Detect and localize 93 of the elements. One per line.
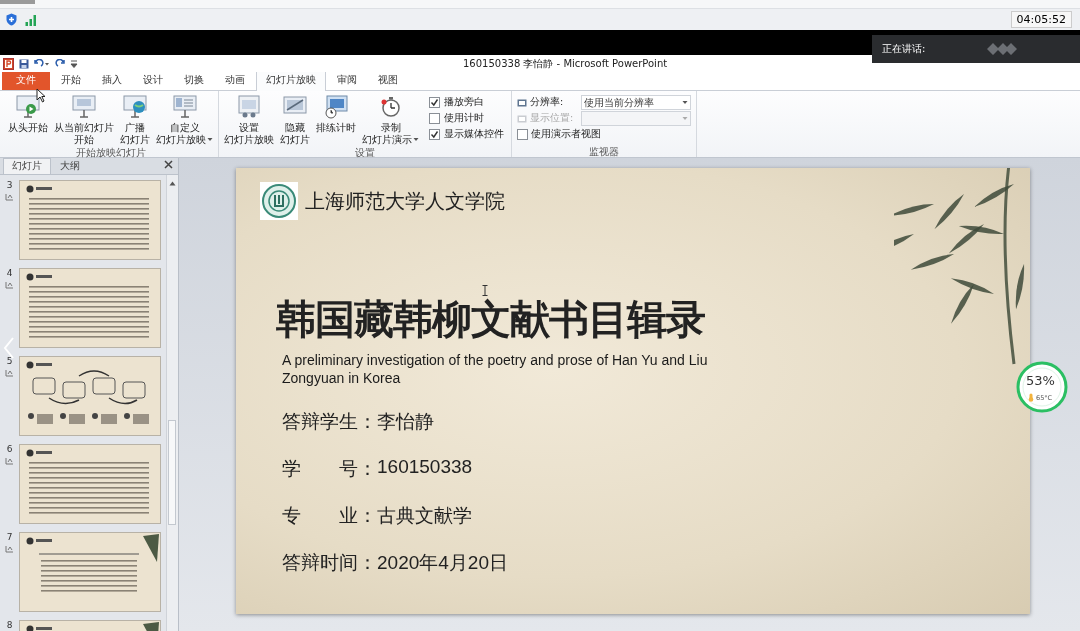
signal-icon[interactable]	[25, 13, 37, 26]
field-label: 学 号：	[282, 457, 377, 481]
transition-star-icon	[5, 457, 14, 465]
caret-icon	[413, 136, 419, 142]
checkbox[interactable]	[429, 97, 440, 108]
school-name: 上海师范大学人文学院	[305, 187, 505, 215]
slide-number: 3	[6, 180, 13, 190]
save-icon[interactable]	[19, 58, 29, 69]
checkbox-label[interactable]: 播放旁白	[444, 96, 484, 109]
performance-ring-icon[interactable]	[1016, 361, 1068, 413]
slide-subtitle: A preliminary investigation of the poetry and prose of Han Yu and Liu Zongyuan in Korea	[282, 351, 709, 387]
close-icon[interactable]	[164, 160, 173, 169]
pane-tab[interactable]: 大纲	[51, 158, 89, 174]
projector-screen-icon	[71, 94, 97, 120]
transition-star-icon	[5, 369, 14, 377]
slide-thumbnail[interactable]	[19, 444, 161, 524]
checkmark-icon	[430, 130, 439, 139]
caret-icon	[682, 100, 688, 105]
ribbon-tab[interactable]: 设计	[133, 70, 173, 90]
slide-number: 8	[6, 620, 13, 630]
pane-tab[interactable]: 幻灯片	[3, 158, 51, 174]
ribbon-button[interactable]: 从当前幻灯片 开始	[52, 94, 116, 146]
ribbon-button[interactable]: 隐藏 幻灯片	[278, 94, 312, 146]
ribbon-button[interactable]: 录制 幻灯片演示	[360, 94, 421, 146]
caret-icon	[682, 116, 688, 121]
field-value: 2020年4月20日	[377, 551, 508, 575]
globe-screen-icon	[122, 94, 148, 120]
slide-number: 7	[6, 532, 13, 542]
ribbon-tab[interactable]: 审阅	[327, 70, 367, 90]
field-label: 答辩学生：	[282, 410, 377, 434]
projector-screen-icon	[171, 94, 198, 120]
field-value: 古典文献学	[377, 504, 472, 528]
checkbox[interactable]	[429, 113, 440, 124]
undo-icon[interactable]	[34, 58, 50, 69]
ribbon-tab[interactable]: 切换	[174, 70, 214, 90]
text-cursor-icon	[482, 285, 488, 296]
slide-thumbnail[interactable]	[19, 268, 161, 348]
caret-icon	[207, 136, 213, 142]
field-label: 分辨率:	[530, 96, 565, 109]
redo-icon[interactable]	[55, 58, 65, 69]
diamond-logo-icon	[985, 40, 1020, 58]
customize-caret-icon[interactable]	[70, 58, 78, 69]
group-label: 开始放映幻灯片	[74, 146, 147, 158]
ribbon-tab[interactable]: 动画	[215, 70, 255, 90]
checkbox-label[interactable]: 使用计时	[444, 112, 484, 125]
university-logo-icon	[260, 182, 298, 220]
slide-thumbnail[interactable]	[19, 532, 161, 612]
checkbox[interactable]	[517, 129, 528, 140]
ribbon-button[interactable]: 排练计时	[314, 94, 358, 134]
memory-usage: 53%	[1026, 373, 1055, 388]
monitor-icon	[517, 114, 527, 123]
field-label: 答辩时间：	[282, 551, 377, 575]
slide-title: 韩国藏韩柳文献书目辑录	[276, 295, 706, 344]
transition-star-icon	[5, 281, 14, 289]
transition-star-icon	[5, 545, 14, 553]
thermometer-icon	[1028, 393, 1034, 402]
slideshow-setup-icon	[236, 94, 262, 120]
transition-star-icon	[5, 193, 14, 201]
checkbox-label[interactable]: 显示媒体控件	[444, 128, 504, 141]
ribbon-button[interactable]: 设置 幻灯片放映	[222, 94, 276, 146]
field-label: 显示位置:	[530, 112, 575, 125]
group-label: 监视器	[588, 145, 620, 157]
powerpoint-logo-icon[interactable]	[3, 57, 14, 70]
clock-time: 04:05:52	[1010, 11, 1072, 28]
field-value: 李怡静	[377, 410, 434, 434]
checkmark-icon	[430, 98, 439, 107]
slide-number: 6	[6, 444, 13, 454]
slide-number: 5	[6, 356, 13, 366]
slide-number: 4	[6, 268, 13, 278]
scroll-up-icon[interactable]	[169, 181, 176, 186]
slide-thumbnail[interactable]	[19, 356, 161, 436]
shield-icon[interactable]	[6, 13, 17, 26]
file-tab[interactable]: 文件	[2, 70, 50, 90]
ribbon-tab[interactable]: 幻灯片放映	[256, 70, 326, 91]
projector-screen-icon	[15, 94, 41, 120]
ribbon-button[interactable]: 从头开始	[6, 94, 50, 134]
monitor-icon	[517, 98, 527, 107]
scrollbar-thumb[interactable]	[168, 420, 176, 525]
window-title: 160150338 李怡静 - Microsoft PowerPoint	[463, 57, 668, 71]
timing-screen-icon	[323, 94, 349, 120]
dropdown[interactable]: 使用当前分辨率	[581, 95, 691, 110]
group-label: 设置	[354, 146, 376, 158]
checkbox[interactable]	[429, 129, 440, 140]
slide-thumbnail[interactable]	[19, 180, 161, 260]
checkbox-label[interactable]: 使用演示者视图	[531, 128, 601, 141]
ribbon-button[interactable]: 广播 幻灯片	[118, 94, 152, 146]
popup-label: 正在讲话:	[882, 42, 926, 56]
ribbon-tab[interactable]: 视图	[368, 70, 408, 90]
field-value: 160150338	[377, 456, 473, 479]
field-label: 专 业：	[282, 504, 377, 528]
ribbon-tab[interactable]: 开始	[51, 70, 91, 90]
ribbon-button[interactable]: 自定义 幻灯片放映	[154, 94, 215, 146]
ribbon-tab[interactable]: 插入	[92, 70, 132, 90]
